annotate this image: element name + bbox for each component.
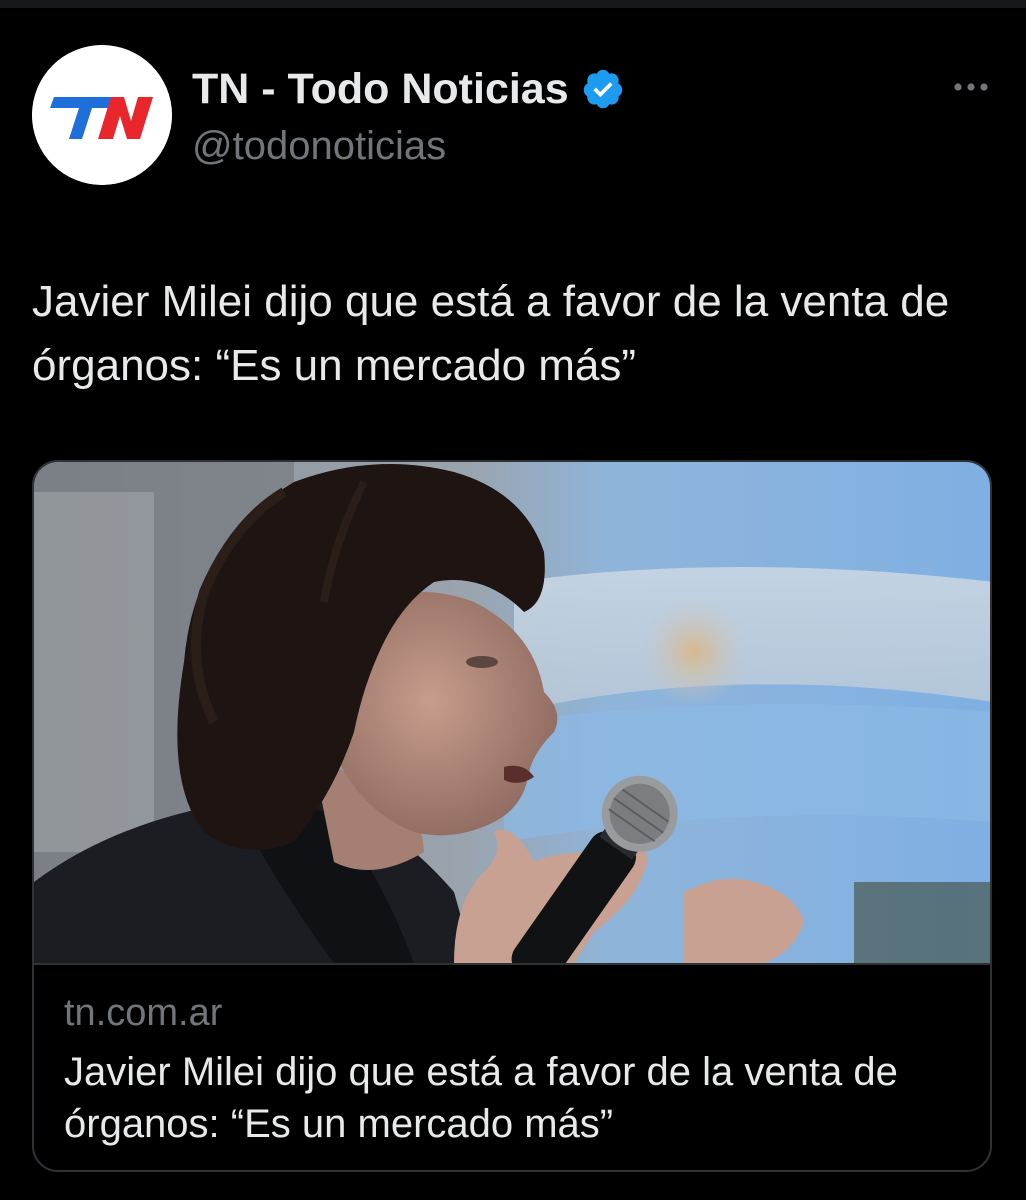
- top-divider: [0, 0, 1026, 8]
- card-image: [34, 462, 990, 963]
- avatar[interactable]: [32, 45, 172, 185]
- tn-logo: [32, 45, 172, 185]
- card-photo: [34, 462, 990, 963]
- link-card[interactable]: tn.com.ar Javier Milei dijo que está a f…: [32, 460, 992, 1172]
- tweet-text: Javier Milei dijo que está a favor de la…: [32, 277, 950, 390]
- card-title: Javier Milei dijo que está a favor de la…: [64, 1050, 898, 1146]
- handle[interactable]: @todonoticias: [192, 124, 446, 169]
- card-divider: [34, 963, 990, 965]
- card-domain: tn.com.ar: [64, 992, 223, 1034]
- display-name[interactable]: TN - Todo Noticias: [192, 65, 569, 114]
- name-row: TN - Todo Noticias: [192, 64, 625, 114]
- more-options-icon[interactable]: [946, 74, 996, 100]
- tweet[interactable]: TN - Todo Noticias @todonoticias Javier …: [0, 8, 1026, 1200]
- verified-badge-icon: [583, 69, 622, 109]
